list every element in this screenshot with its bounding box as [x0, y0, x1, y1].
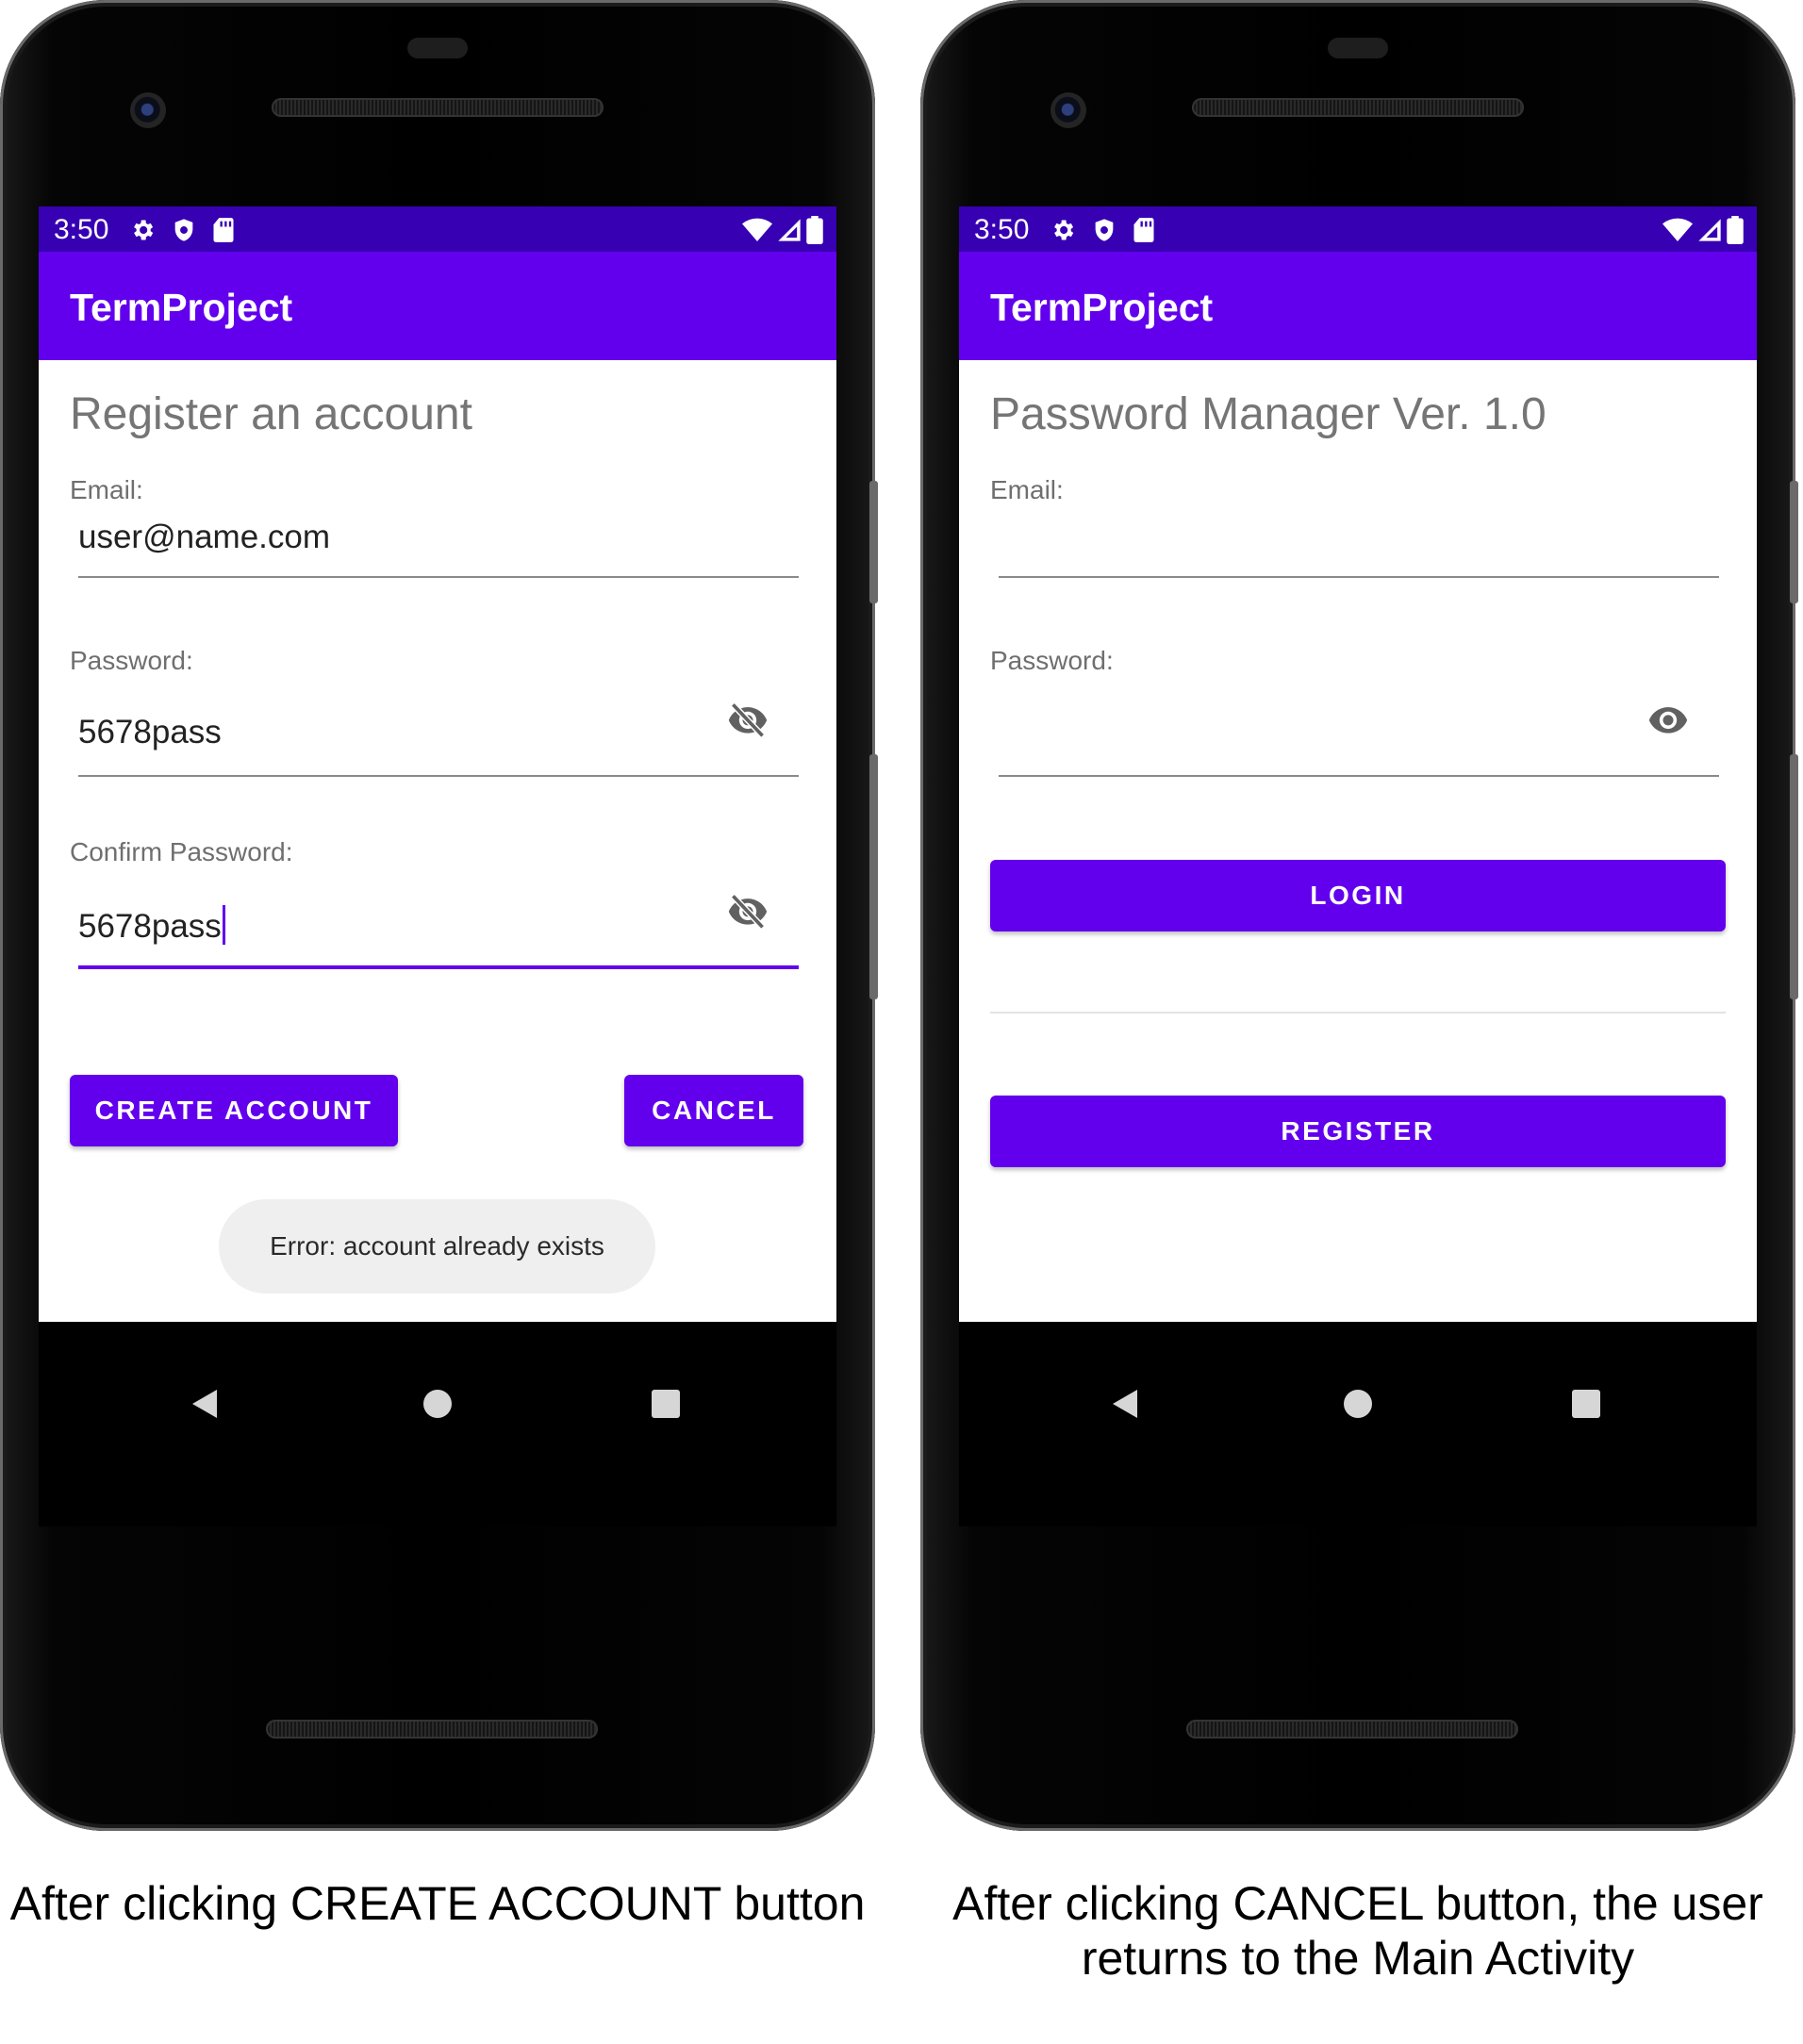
shield-icon [174, 219, 193, 241]
password-label: Password: [70, 646, 193, 675]
wifi-icon [742, 218, 772, 241]
page-title: Password Manager Ver. 1.0 [990, 389, 1547, 439]
battery-icon [806, 216, 823, 244]
wifi-icon [1662, 218, 1693, 241]
email-field-underline [999, 576, 1719, 578]
password-field-underline [78, 775, 799, 777]
sd-card-icon [1133, 218, 1154, 242]
shield-icon [1095, 219, 1114, 241]
email-label: Email: [70, 475, 143, 504]
home-icon[interactable] [1344, 1390, 1372, 1418]
eye-off-icon[interactable] [725, 890, 770, 931]
phone-main: 3:50 TermProject Password Manager Ver. 1… [920, 0, 1798, 1831]
sensor-slot [1328, 38, 1388, 58]
create-account-button[interactable]: CREATE ACCOUNT [70, 1075, 398, 1146]
battery-icon [1727, 216, 1744, 244]
confirm-password-underline [78, 965, 799, 969]
page-title: Register an account [70, 389, 472, 439]
sensor-slot [407, 38, 468, 58]
front-camera-icon [1050, 92, 1086, 128]
password-field[interactable]: 5678pass [78, 714, 222, 751]
password-label: Password: [990, 646, 1114, 675]
caption-left: After clicking CREATE ACCOUNT button [9, 1877, 866, 1930]
nav-bar [959, 1322, 1757, 1526]
login-button[interactable]: LOGIN [990, 860, 1726, 931]
confirm-password-field[interactable]: 5678pass [78, 905, 225, 946]
password-field-underline [999, 775, 1719, 777]
power-button [1790, 481, 1798, 603]
recents-icon[interactable] [652, 1390, 680, 1418]
app-bar: TermProject [959, 252, 1757, 360]
settings-icon [134, 220, 154, 240]
register-button[interactable]: REGISTER [990, 1096, 1726, 1167]
bottom-speaker [1186, 1720, 1518, 1739]
cancel-button[interactable]: CANCEL [624, 1075, 803, 1146]
eye-icon[interactable] [1646, 699, 1691, 740]
top-speaker [272, 98, 604, 117]
status-time: 3:50 [54, 214, 109, 245]
main-activity: Password Manager Ver. 1.0 Email: Passwor… [959, 360, 1757, 1322]
email-field[interactable]: user@name.com [78, 519, 330, 556]
screen: 3:50 TermProject Password Manager Ver. 1… [959, 206, 1757, 1526]
caption-right-line1: After clicking CANCEL button, the user [952, 1877, 1763, 1930]
confirm-password-label: Confirm Password: [70, 837, 293, 866]
back-icon[interactable] [190, 1388, 219, 1420]
screen: 3:50 TermProject Register an account Ema… [39, 206, 836, 1526]
settings-icon [1054, 220, 1074, 240]
app-title: TermProject [990, 286, 1214, 329]
divider [990, 1012, 1726, 1014]
nav-bar [39, 1322, 836, 1526]
power-button [869, 481, 878, 603]
status-bar: 3:50 [39, 206, 836, 252]
register-activity: Register an account Email: user@name.com… [39, 360, 836, 1322]
text-cursor [222, 905, 225, 945]
caption-right: After clicking CANCEL button, the user r… [920, 1876, 1795, 1986]
status-bar: 3:50 [959, 206, 1757, 252]
front-camera-icon [130, 92, 166, 128]
cell-signal-icon [778, 219, 801, 241]
home-icon[interactable] [423, 1390, 452, 1418]
top-speaker [1192, 98, 1524, 117]
app-title: TermProject [70, 286, 293, 329]
back-icon[interactable] [1111, 1388, 1139, 1420]
phone-register: 3:50 TermProject Register an account Ema… [0, 0, 878, 1831]
recents-icon[interactable] [1572, 1390, 1600, 1418]
error-toast: Error: account already exists [219, 1199, 655, 1294]
bottom-speaker [266, 1720, 598, 1739]
volume-button [869, 754, 878, 999]
confirm-password-value: 5678pass [78, 908, 222, 945]
status-time: 3:50 [974, 214, 1030, 245]
email-field-underline [78, 576, 799, 578]
eye-off-icon[interactable] [725, 699, 770, 740]
cell-signal-icon [1698, 219, 1721, 241]
caption-right-line2: returns to the Main Activity [1081, 1932, 1635, 1985]
email-label: Email: [990, 475, 1064, 504]
volume-button [1790, 754, 1798, 999]
app-bar: TermProject [39, 252, 836, 360]
sd-card-icon [213, 218, 234, 242]
